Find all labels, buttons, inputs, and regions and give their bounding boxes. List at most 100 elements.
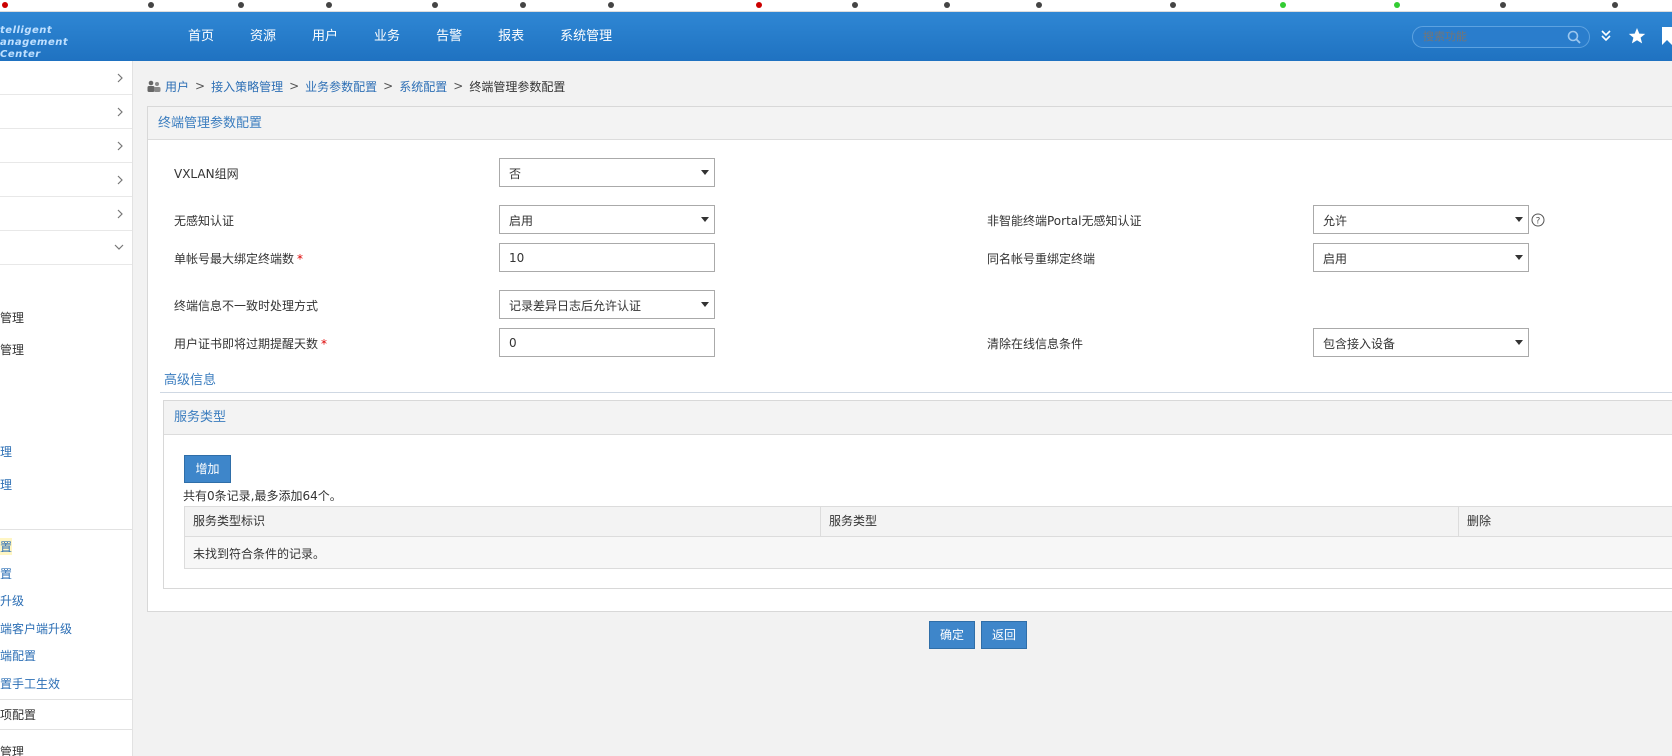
breadcrumb-separator: > <box>289 79 300 93</box>
column-service-id[interactable]: 服务类型标识 <box>185 507 821 536</box>
required-mark: * <box>321 337 328 351</box>
bookmark-icon[interactable] <box>944 2 950 8</box>
svg-text:?: ? <box>1536 217 1541 227</box>
sidebar-item[interactable]: 置手工生效 <box>0 675 60 692</box>
nonsmart-portal-value: 允许 <box>1323 214 1348 228</box>
nav-system[interactable]: 系统管理 <box>542 12 630 61</box>
sidebar-item[interactable]: 管理 <box>0 743 24 756</box>
dropdown-caret-icon <box>1515 255 1523 260</box>
sidebar-group[interactable] <box>0 61 132 95</box>
bookmark-icon[interactable] <box>432 2 438 8</box>
breadcrumb-users[interactable]: 用户 <box>165 78 189 95</box>
chevron-right-icon <box>117 175 123 185</box>
bookmark-icon[interactable] <box>1280 2 1286 8</box>
noauth-select[interactable]: 启用 <box>499 205 715 234</box>
sidebar-group[interactable] <box>0 163 132 197</box>
sidebar-item[interactable]: 置 <box>0 565 12 582</box>
nav-users[interactable]: 用户 <box>294 12 356 61</box>
advanced-info-toggle[interactable]: 高级信息 <box>164 369 216 388</box>
nav-home[interactable]: 首页 <box>170 12 232 61</box>
clear-online-select[interactable]: 包含接入设备 <box>1313 328 1529 357</box>
table-row-empty: 未找到符合条件的记录。 <box>184 537 1672 569</box>
mismatch-handling-select[interactable]: 记录差异日志后允许认证 <box>499 290 715 319</box>
bookmark-icon[interactable] <box>852 2 858 8</box>
vxlan-label: VXLAN组网 <box>174 167 239 181</box>
same-name-rebind-label: 同名帐号重绑定终端 <box>987 252 1096 266</box>
sidebar-item[interactable]: 理 <box>0 476 12 493</box>
column-service-type[interactable]: 服务类型 <box>821 507 1459 536</box>
star-icon[interactable] <box>1628 27 1646 45</box>
max-bind-label: 单帐号最大绑定终端数 * <box>174 250 303 267</box>
nav-alarms[interactable]: 告警 <box>418 12 480 61</box>
breadcrumb-business-params[interactable]: 业务参数配置 <box>305 78 377 95</box>
chevron-right-icon <box>117 209 123 219</box>
sidebar-item[interactable]: 理 <box>0 443 12 460</box>
sidebar-item-selected[interactable]: 置 <box>0 538 13 555</box>
bookmark-icon[interactable] <box>1612 2 1618 8</box>
breadcrumb-separator: > <box>195 79 206 93</box>
nav-resources[interactable]: 资源 <box>232 12 294 61</box>
cert-expire-input[interactable] <box>499 328 715 357</box>
nav-reports[interactable]: 报表 <box>480 12 542 61</box>
bookmark-icon[interactable] <box>148 2 154 8</box>
sidebar-item[interactable]: 端客户端升级 <box>0 620 72 637</box>
chevron-double-down-icon[interactable] <box>1600 29 1612 43</box>
breadcrumb-access-policy[interactable]: 接入策略管理 <box>211 78 283 95</box>
vxlan-select[interactable]: 否 <box>499 158 715 187</box>
bookmark-icon[interactable] <box>1394 2 1400 8</box>
bookmark-icon[interactable] <box>1036 2 1042 8</box>
bookmark-icon[interactable] <box>1662 27 1672 45</box>
breadcrumb-system-config[interactable]: 系统配置 <box>399 78 447 95</box>
advanced-divider <box>160 392 1672 393</box>
max-bind-input[interactable] <box>499 243 715 272</box>
search-input[interactable] <box>1423 29 1563 45</box>
sidebar-item[interactable]: 端配置 <box>0 647 36 664</box>
dropdown-caret-icon <box>701 170 709 175</box>
back-button[interactable]: 返回 <box>981 621 1027 649</box>
bookmark-icon[interactable] <box>608 2 614 8</box>
required-mark: * <box>297 252 304 266</box>
help-icon[interactable]: ? <box>1531 213 1545 227</box>
sidebar-group[interactable] <box>0 129 132 163</box>
bookmark-icon[interactable] <box>326 2 332 8</box>
same-name-rebind-select[interactable]: 启用 <box>1313 243 1529 272</box>
sidebar-group-expanded[interactable] <box>0 231 132 265</box>
sidebar-group[interactable] <box>0 197 132 231</box>
nav-business[interactable]: 业务 <box>356 12 418 61</box>
service-table-header: 服务类型标识 服务类型 删除 <box>184 506 1672 537</box>
sidebar-item[interactable]: 项配置 <box>0 706 36 723</box>
add-service-type-button[interactable]: 增加 <box>184 455 231 483</box>
app-logo[interactable]: telligent anagement Center <box>0 25 110 61</box>
sidebar-item[interactable]: 管理 <box>0 309 24 326</box>
breadcrumb-separator: > <box>453 79 464 93</box>
bookmark-icon[interactable] <box>2 2 8 8</box>
breadcrumb-current: 终端管理参数配置 <box>469 79 566 94</box>
column-delete: 删除 <box>1467 514 1492 528</box>
noauth-value: 启用 <box>509 214 534 228</box>
bookmark-icon[interactable] <box>1500 2 1506 8</box>
panel-title: 终端管理参数配置 <box>148 107 1672 140</box>
ok-button[interactable]: 确定 <box>929 621 975 649</box>
vxlan-value: 否 <box>509 167 522 181</box>
bookmark-icon[interactable] <box>756 2 762 8</box>
clear-online-label: 清除在线信息条件 <box>987 337 1084 351</box>
sidebar-item[interactable]: 升级 <box>0 592 24 609</box>
dropdown-caret-icon <box>1515 217 1523 222</box>
search-icon[interactable] <box>1567 30 1581 44</box>
bookmark-icon[interactable] <box>520 2 526 8</box>
chevron-right-icon <box>117 141 123 151</box>
top-header: telligent anagement Center 首页 资源 用户 业务 告… <box>0 12 1672 61</box>
mismatch-handling-label: 终端信息不一致时处理方式 <box>174 299 319 313</box>
sidebar-divider <box>0 529 132 530</box>
nonsmart-portal-select[interactable]: 允许 <box>1313 205 1529 234</box>
dropdown-caret-icon <box>1515 340 1523 345</box>
sidebar-group[interactable] <box>0 95 132 129</box>
bookmark-icon[interactable] <box>1170 2 1176 8</box>
same-name-rebind-value: 启用 <box>1323 252 1348 266</box>
bookmark-icon[interactable] <box>238 2 244 8</box>
breadcrumb: 用户 > 接入策略管理 > 业务参数配置 > 系统配置 > 终端管理参数配置 <box>147 78 565 94</box>
service-type-title: 服务类型 <box>164 401 1672 435</box>
logo-line-2: anagement Center <box>0 37 69 60</box>
sidebar-item[interactable]: 管理 <box>0 341 24 358</box>
nonsmart-portal-label: 非智能终端Portal无感知认证 <box>987 214 1142 228</box>
